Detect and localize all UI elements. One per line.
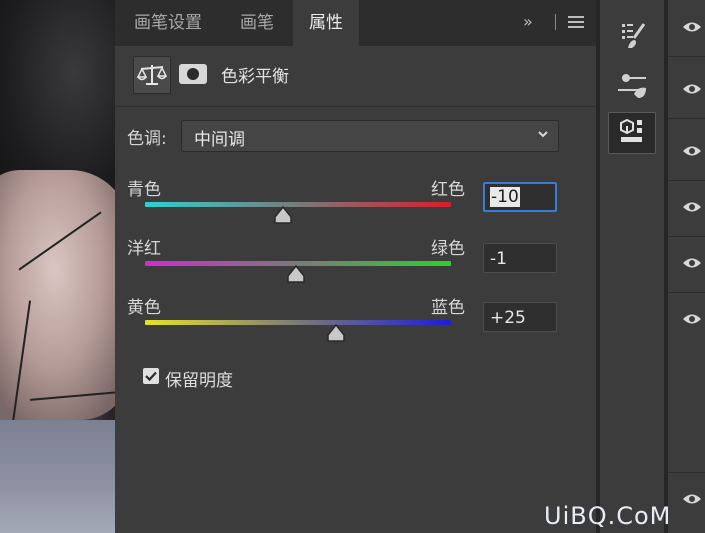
- red-label: 红色: [431, 180, 465, 200]
- cyan-label: 青色: [127, 180, 161, 200]
- yellow-label: 黄色: [127, 298, 161, 318]
- layer-visibility-row: [668, 472, 705, 528]
- cyan-red-value-field[interactable]: -10: [483, 182, 557, 212]
- cyan-red-track[interactable]: [145, 202, 451, 207]
- canvas-image: [0, 0, 115, 533]
- preserve-luminosity-label: 保留明度: [165, 371, 233, 391]
- cyan-red-thumb[interactable]: [273, 205, 292, 224]
- checkbox[interactable]: [143, 368, 159, 384]
- yellow-blue-track[interactable]: [145, 320, 451, 325]
- layer-visibility-row: [668, 62, 705, 119]
- layer-visibility-row: [668, 0, 705, 57]
- eye-icon[interactable]: [682, 312, 702, 326]
- balance-scale-icon[interactable]: [133, 56, 171, 94]
- magenta-label: 洋红: [127, 239, 161, 259]
- yellow-blue-thumb[interactable]: [327, 323, 345, 342]
- tabbar-divider: [555, 14, 556, 30]
- tab-brush-settings[interactable]: 画笔设置: [115, 0, 221, 46]
- adjustments-icon[interactable]: [608, 66, 654, 106]
- layers-visibility-column: [668, 0, 705, 533]
- eye-icon[interactable]: [682, 82, 702, 96]
- properties-panel: 画笔设置 画笔 属性 » 色彩平衡 色调: 中间调 青色 红色 -10 洋红 绿…: [115, 0, 596, 533]
- panel-icon-toolbar: [600, 0, 664, 533]
- eye-icon[interactable]: [682, 20, 702, 34]
- tab-brush[interactable]: 画笔: [221, 0, 293, 46]
- yellow-blue-value-field[interactable]: +25: [483, 302, 557, 332]
- tone-select-value: 中间调: [194, 130, 245, 150]
- brush-presets-icon[interactable]: [608, 16, 654, 56]
- magenta-green-thumb[interactable]: [287, 264, 306, 283]
- layer-visibility-row: [668, 180, 705, 237]
- eye-icon[interactable]: [682, 256, 702, 270]
- tab-properties[interactable]: 属性: [293, 0, 359, 46]
- tone-label: 色调:: [127, 129, 167, 149]
- properties-header: 色彩平衡: [115, 46, 596, 107]
- blue-label: 蓝色: [431, 298, 465, 318]
- tone-select[interactable]: 中间调: [181, 120, 559, 152]
- eye-icon[interactable]: [682, 200, 702, 214]
- layer-visibility-row: [668, 236, 705, 293]
- green-label: 绿色: [431, 239, 465, 259]
- layer-visibility-row: [668, 124, 705, 181]
- mask-icon[interactable]: [179, 64, 207, 84]
- watermark: UiBQ.CoM: [544, 502, 672, 530]
- eye-icon[interactable]: [682, 492, 702, 506]
- menu-icon[interactable]: [568, 16, 584, 31]
- chevron-down-icon: [538, 131, 548, 138]
- magenta-green-value-field[interactable]: -1: [483, 243, 557, 273]
- properties-icon[interactable]: [608, 112, 656, 154]
- panel-title: 色彩平衡: [221, 67, 289, 87]
- collapse-panels-button[interactable]: »: [523, 12, 533, 31]
- eye-icon[interactable]: [682, 144, 702, 158]
- panel-tabbar: 画笔设置 画笔 属性 »: [115, 0, 596, 46]
- layer-visibility-row: [668, 292, 705, 473]
